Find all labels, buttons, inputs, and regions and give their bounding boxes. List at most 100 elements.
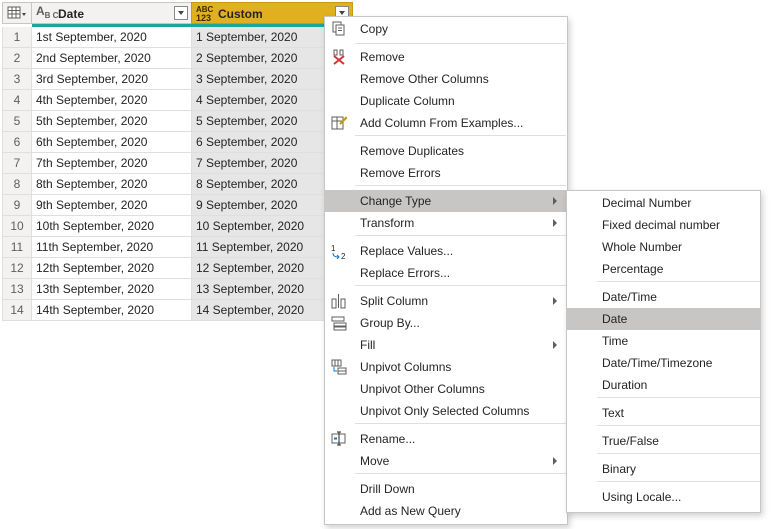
menu-separator [597,425,760,426]
menu-item-whole-number[interactable]: Whole Number [567,236,760,258]
copy-icon [332,21,345,36]
cell-date[interactable]: 3rd September, 2020 [32,69,192,90]
svg-text:1: 1 [331,244,336,253]
menu-item-text[interactable]: Text [567,402,760,424]
menu-item-date[interactable]: Date [567,308,760,330]
menu-item-label: Unpivot Other Columns [360,382,485,396]
menu-item-label: Add as New Query [360,504,461,518]
cell-date[interactable]: 12th September, 2020 [32,258,192,279]
table-row[interactable]: 12 12th September, 2020 12 September, 2020 [2,258,353,279]
menu-item-remove-other-columns[interactable]: Remove Other Columns [325,68,567,90]
row-number[interactable]: 6 [2,132,32,153]
menu-item-add-column-from-examples[interactable]: Add Column From Examples... [325,112,567,134]
menu-item-time[interactable]: Time [567,330,760,352]
row-number[interactable]: 9 [2,195,32,216]
any-type-icon[interactable]: ABC 123 [196,6,213,23]
menu-item-label: Replace Values... [360,244,454,258]
menu-item-unpivot-columns[interactable]: Unpivot Columns [325,356,567,378]
cell-date[interactable]: 13th September, 2020 [32,279,192,300]
cell-date[interactable]: 4th September, 2020 [32,90,192,111]
menu-item-label: Change Type [360,194,432,208]
menu-item-split-column[interactable]: Split Column [325,290,567,312]
menu-item-change-type[interactable]: Change Type [325,190,567,212]
row-number[interactable]: 1 [2,27,32,48]
submenu-arrow-icon [553,297,557,305]
table-row[interactable]: 2 2nd September, 2020 2 September, 2020 [2,48,353,69]
menu-item-duplicate-column[interactable]: Duplicate Column [325,90,567,112]
cell-date[interactable]: 10th September, 2020 [32,216,192,237]
row-number[interactable]: 12 [2,258,32,279]
table-row[interactable]: 13 13th September, 2020 13 September, 2020 [2,279,353,300]
row-number[interactable]: 5 [2,111,32,132]
menu-item-label: Transform [360,216,415,230]
table-row[interactable]: 4 4th September, 2020 4 September, 2020 [2,90,353,111]
column-filter-dropdown[interactable] [174,6,188,20]
submenu-arrow-icon [553,219,557,227]
table-row[interactable]: 9 9th September, 2020 9 September, 2020 [2,195,353,216]
row-number[interactable]: 4 [2,90,32,111]
column-header-date[interactable]: AB C Date [31,2,192,24]
table-row[interactable]: 5 5th September, 2020 5 September, 2020 [2,111,353,132]
menu-item-unpivot-only-selected-columns[interactable]: Unpivot Only Selected Columns [325,400,567,422]
table-row[interactable]: 14 14th September, 2020 14 September, 2020 [2,300,353,321]
row-number[interactable]: 11 [2,237,32,258]
menu-item-remove-errors[interactable]: Remove Errors [325,162,567,184]
table-row[interactable]: 7 7th September, 2020 7 September, 2020 [2,153,353,174]
row-number[interactable]: 2 [2,48,32,69]
row-number[interactable]: 10 [2,216,32,237]
table-row[interactable]: 6 6th September, 2020 6 September, 2020 [2,132,353,153]
text-type-icon[interactable]: AB C [36,5,58,20]
menu-item-duration[interactable]: Duration [567,374,760,396]
menu-item-binary[interactable]: Binary [567,458,760,480]
menu-item-percentage[interactable]: Percentage [567,258,760,280]
row-number[interactable]: 14 [2,300,32,321]
cell-date[interactable]: 5th September, 2020 [32,111,192,132]
menu-item-label: Remove [360,50,405,64]
menu-separator [355,473,566,474]
menu-item-remove[interactable]: Remove [325,46,567,68]
menu-item-copy[interactable]: Copy [325,18,567,40]
cell-date[interactable]: 1st September, 2020 [32,27,192,48]
menu-item-group-by[interactable]: Group By... [325,312,567,334]
menu-item-remove-duplicates[interactable]: Remove Duplicates [325,140,567,162]
menu-item-replace-errors[interactable]: Replace Errors... [325,262,567,284]
menu-item-using-locale[interactable]: Using Locale... [567,486,760,508]
table-menu-button[interactable] [2,2,32,24]
menu-item-move[interactable]: Move [325,450,567,472]
menu-item-rename[interactable]: Rename... [325,428,567,450]
split-column-icon [331,294,346,309]
cell-date[interactable]: 8th September, 2020 [32,174,192,195]
row-number[interactable]: 7 [2,153,32,174]
cell-date[interactable]: 2nd September, 2020 [32,48,192,69]
menu-item-label: Rename... [360,432,416,446]
menu-item-date-time[interactable]: Date/Time [567,286,760,308]
menu-item-date-time-timezone[interactable]: Date/Time/Timezone [567,352,760,374]
table-row[interactable]: 10 10th September, 2020 10 September, 2020 [2,216,353,237]
row-number[interactable]: 13 [2,279,32,300]
menu-item-transform[interactable]: Transform [325,212,567,234]
cell-date[interactable]: 9th September, 2020 [32,195,192,216]
menu-item-fixed-decimal-number[interactable]: Fixed decimal number [567,214,760,236]
menu-item-label: Duplicate Column [360,94,455,108]
table-row[interactable]: 11 11th September, 2020 11 September, 2020 [2,237,353,258]
column-context-menu: Copy Remove Remove Other Columns Duplicate … [324,16,568,525]
menu-item-drill-down[interactable]: Drill Down [325,478,567,500]
table-row[interactable]: 8 8th September, 2020 8 September, 2020 [2,174,353,195]
menu-item-replace-values[interactable]: 1 2 Replace Values... [325,240,567,262]
menu-item-true-false[interactable]: True/False [567,430,760,452]
cell-date[interactable]: 11th September, 2020 [32,237,192,258]
menu-item-label: Group By... [360,316,420,330]
cell-date[interactable]: 7th September, 2020 [32,153,192,174]
menu-item-unpivot-other-columns[interactable]: Unpivot Other Columns [325,378,567,400]
table-row[interactable]: 3 3rd September, 2020 3 September, 2020 [2,69,353,90]
cell-date[interactable]: 6th September, 2020 [32,132,192,153]
group-by-icon [331,316,347,331]
table-row[interactable]: 1 1st September, 2020 1 September, 2020 [2,27,353,48]
row-number[interactable]: 3 [2,69,32,90]
replace-values-icon: 12 [331,244,346,259]
cell-date[interactable]: 14th September, 2020 [32,300,192,321]
menu-item-decimal-number[interactable]: Decimal Number [567,192,760,214]
menu-item-fill[interactable]: Fill [325,334,567,356]
row-number[interactable]: 8 [2,174,32,195]
menu-item-add-as-new-query[interactable]: Add as New Query [325,500,567,522]
